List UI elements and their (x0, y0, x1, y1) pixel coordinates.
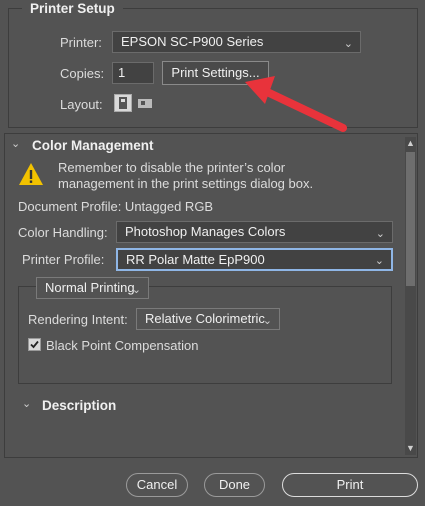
chevron-down-icon[interactable]: ⌄ (11, 137, 20, 150)
black-point-label[interactable]: Black Point Compensation (46, 338, 198, 353)
description-title: Description (42, 398, 117, 413)
checkmark-icon (30, 340, 39, 349)
printing-options-box (18, 286, 392, 384)
printer-setup-title: Printer Setup (22, 0, 123, 18)
warning-text-line-1: Remember to disable the printer’s color (58, 160, 286, 175)
scroll-down-icon[interactable]: ▼ (406, 443, 415, 453)
done-button[interactable]: Done (204, 473, 265, 497)
chevron-down-icon: ⌄ (131, 284, 141, 296)
chevron-down-icon: ⌄ (375, 228, 385, 240)
color-management-title: Color Management (32, 138, 154, 153)
scroll-up-icon[interactable]: ▲ (406, 138, 415, 148)
layout-label: Layout: (60, 97, 103, 112)
copies-input[interactable]: 1 (112, 62, 154, 84)
warning-text-line-2: management in the print settings dialog … (58, 176, 314, 191)
chevron-down-icon: ⌄ (262, 315, 272, 327)
color-handling-label: Color Handling: (18, 225, 108, 240)
chevron-down-icon[interactable]: ⌄ (22, 397, 31, 410)
portrait-layout-icon[interactable] (114, 94, 132, 112)
landscape-layout-icon[interactable] (137, 95, 153, 111)
chevron-down-icon: ⌄ (343, 38, 353, 50)
printer-label: Printer: (60, 35, 102, 50)
color-handling-select[interactable]: Photoshop Manages Colors ⌄ (116, 221, 393, 243)
printer-profile-select[interactable]: RR Polar Matte EpP900 ⌄ (116, 248, 393, 271)
printer-select[interactable]: EPSON SC-P900 Series ⌄ (112, 31, 361, 53)
printer-select-value: EPSON SC-P900 Series (121, 34, 264, 49)
printer-profile-value: RR Polar Matte EpP900 (126, 252, 265, 267)
cancel-button[interactable]: Cancel (126, 473, 188, 497)
copies-label: Copies: (60, 66, 105, 81)
warning-icon (19, 163, 43, 185)
annotation-arrow (245, 76, 347, 132)
color-handling-value: Photoshop Manages Colors (125, 224, 286, 239)
printer-profile-label: Printer Profile: (22, 252, 105, 267)
rendering-intent-value: Relative Colorimetric (145, 311, 265, 326)
printing-mode-select[interactable]: Normal Printing ⌄ (36, 277, 149, 299)
print-button[interactable]: Print (282, 473, 418, 497)
chevron-down-icon: ⌄ (374, 255, 384, 267)
printing-mode-value: Normal Printing (45, 280, 135, 295)
document-profile-text: Document Profile: Untagged RGB (18, 199, 214, 214)
rendering-intent-select[interactable]: Relative Colorimetric ⌄ (136, 308, 280, 330)
rendering-intent-label: Rendering Intent: (28, 312, 128, 327)
scrollbar-thumb[interactable] (406, 152, 415, 286)
black-point-checkbox[interactable] (28, 338, 41, 351)
